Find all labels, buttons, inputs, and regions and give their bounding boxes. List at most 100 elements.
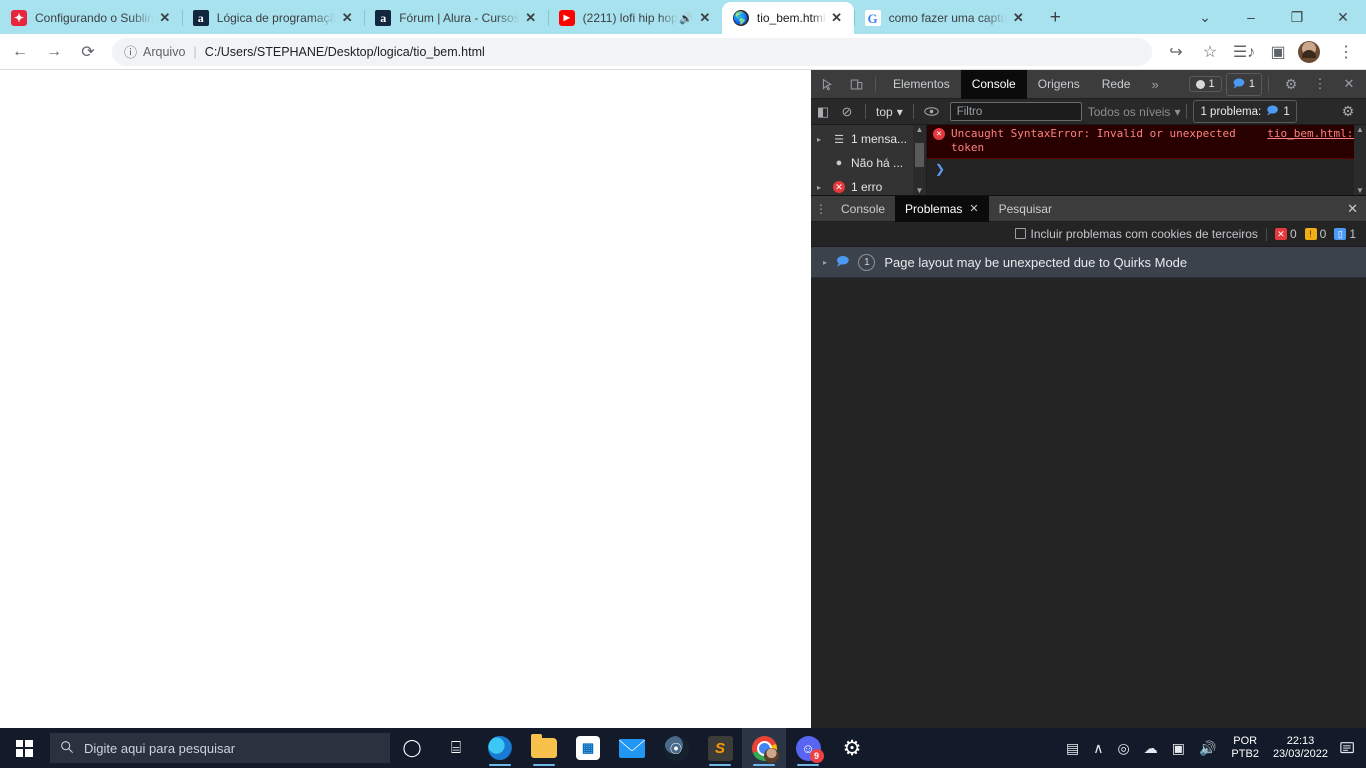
inspect-element-icon[interactable]: [814, 71, 840, 97]
drawer-tab-close-icon[interactable]: ✕: [969, 202, 978, 215]
expand-arrow-icon[interactable]: ▸: [817, 183, 827, 192]
browser-tab-6[interactable]: G como fazer uma captu ✕: [853, 2, 1036, 34]
tab-close-icon[interactable]: ✕: [826, 7, 848, 29]
drawer-kebab-icon[interactable]: ⋮: [811, 202, 831, 216]
tab-close-icon[interactable]: ✕: [694, 7, 716, 29]
console-scrollbar[interactable]: ▲ ▼: [1354, 125, 1366, 195]
language-indicator[interactable]: POR PTB2: [1223, 728, 1267, 768]
console-sidebar-item-messages[interactable]: ▸ ☰ 1 mensa...: [811, 127, 926, 151]
scroll-up-arrow-icon[interactable]: ▲: [1356, 125, 1364, 134]
console-sidebar-item-errors[interactable]: ▸ ✕ 1 erro: [811, 175, 926, 195]
back-icon[interactable]: ←: [6, 38, 34, 66]
console-error-source-link[interactable]: tio_bem.html:8: [1267, 127, 1360, 141]
taskbar-app-file-explorer[interactable]: [522, 728, 566, 768]
devtools-badge-circle[interactable]: 1: [1188, 76, 1222, 92]
drawer-tab-problemas[interactable]: Problemas ✕: [895, 195, 989, 222]
drawer-tab-pesquisar[interactable]: Pesquisar: [989, 196, 1062, 222]
taskbar-app-microsoft-store[interactable]: ▦: [566, 728, 610, 768]
show-hidden-icons-chevron-icon[interactable]: ∧: [1086, 728, 1110, 768]
expand-arrow-icon[interactable]: ▸: [817, 135, 827, 144]
start-button[interactable]: [0, 728, 48, 768]
network-icon[interactable]: ▣: [1165, 728, 1192, 768]
devtools-tab-origens[interactable]: Origens: [1027, 70, 1091, 99]
notification-center-icon[interactable]: [1334, 728, 1366, 768]
tab-close-icon[interactable]: ✕: [520, 7, 542, 29]
tab-close-icon[interactable]: ✕: [154, 7, 176, 29]
media-control-icon[interactable]: ☰♪: [1230, 38, 1258, 66]
gear-icon[interactable]: ⚙: [1278, 71, 1304, 97]
console-prompt[interactable]: ❯: [927, 159, 1366, 179]
profile-avatar[interactable]: [1298, 40, 1320, 63]
drawer-close-icon[interactable]: ✕: [1347, 201, 1358, 217]
new-tab-button[interactable]: +: [1041, 4, 1069, 32]
taskbar-app-edge[interactable]: [478, 728, 522, 768]
maximize-button[interactable]: ❐: [1274, 0, 1320, 34]
clear-console-icon[interactable]: ⊘: [835, 101, 859, 123]
taskbar-app-steam[interactable]: ⦿: [654, 728, 698, 768]
bookmark-star-icon[interactable]: ☆: [1196, 38, 1224, 66]
taskbar-app-chrome[interactable]: [742, 728, 786, 768]
scroll-down-arrow-icon[interactable]: ▼: [1356, 186, 1364, 195]
news-and-interests-icon[interactable]: ▤: [1059, 728, 1086, 768]
browser-tab-4[interactable]: ▶ (2211) lofi hip hop 🔊 ✕: [547, 2, 722, 34]
taskbar-app-mail[interactable]: [610, 728, 654, 768]
forward-icon[interactable]: →: [40, 38, 68, 66]
console-sidebar-item-user[interactable]: ● Não há ...: [811, 151, 926, 175]
onedrive-cloud-icon[interactable]: ☁: [1137, 728, 1165, 768]
share-icon[interactable]: ↪: [1162, 38, 1190, 66]
clock[interactable]: 22:13 23/03/2022: [1267, 728, 1334, 768]
third-party-cookies-checkbox-label[interactable]: Incluir problemas com cookies de terceir…: [1014, 227, 1258, 241]
console-sidebar-toggle-icon[interactable]: ◧: [811, 101, 835, 123]
device-toolbar-icon[interactable]: [843, 71, 869, 97]
page-info-icon[interactable]: ⓘ: [124, 42, 137, 61]
live-expression-eye-icon[interactable]: [920, 101, 944, 123]
devtools-tab-elementos[interactable]: Elementos: [882, 70, 961, 99]
execution-context-selector[interactable]: top ▾: [872, 105, 907, 119]
task-view-icon[interactable]: ⌸: [434, 728, 478, 768]
console-settings-gear-icon[interactable]: ⚙: [1336, 101, 1360, 123]
side-panel-icon[interactable]: ▣: [1264, 38, 1292, 66]
address-bar[interactable]: ⓘ Arquivo | C:/Users/STEPHANE/Desktop/lo…: [112, 37, 1152, 66]
taskbar-app-sublime-text[interactable]: S: [698, 728, 742, 768]
file-explorer-icon: [531, 734, 557, 758]
browser-tab-2[interactable]: a Lógica de programaçã ✕: [181, 2, 364, 34]
webcam-icon[interactable]: ◎: [1111, 728, 1137, 768]
issue-row[interactable]: ▸ 🗩 1 Page layout may be unexpected due …: [811, 247, 1366, 278]
drawer-tab-console[interactable]: Console: [831, 196, 895, 222]
checkbox-icon[interactable]: [1014, 228, 1026, 239]
omnibox-url-text: C:/Users/STEPHANE/Desktop/logica/tio_bem…: [204, 44, 485, 59]
tab-audio-icon[interactable]: 🔊: [678, 12, 694, 25]
tab-close-icon[interactable]: ✕: [336, 7, 358, 29]
console-sidebar-scrollbar[interactable]: ▲ ▼: [913, 125, 926, 195]
log-level-selector[interactable]: Todos os níveis ▾: [1088, 105, 1181, 119]
scroll-up-arrow-icon[interactable]: ▲: [916, 125, 924, 134]
devtools-tab-rede[interactable]: Rede: [1091, 70, 1142, 99]
minimize-button[interactable]: –: [1228, 0, 1274, 34]
cortana-icon[interactable]: ◯: [390, 728, 434, 768]
taskbar-search-box[interactable]: Digite aqui para pesquisar: [50, 733, 390, 763]
scroll-thumb[interactable]: [915, 143, 924, 167]
tab-search-chevron-icon[interactable]: ⌄: [1182, 0, 1228, 34]
more-tabs-icon[interactable]: »: [1141, 77, 1168, 92]
chrome-menu-icon[interactable]: ⋮: [1332, 38, 1360, 66]
problems-summary-button[interactable]: 1 problema: 🗩 1: [1193, 100, 1297, 123]
devtools-badge-issues[interactable]: 🗩 1: [1225, 72, 1262, 96]
divider: [865, 104, 866, 119]
expand-arrow-icon[interactable]: ▸: [823, 258, 827, 267]
scroll-down-arrow-icon[interactable]: ▼: [916, 186, 924, 195]
reload-icon[interactable]: ⟳: [74, 38, 102, 66]
console-filter-input[interactable]: Filtro: [949, 102, 1082, 121]
devtools-tab-console[interactable]: Console: [960, 69, 1027, 99]
close-window-button[interactable]: ✕: [1320, 0, 1366, 34]
issue-title: Page layout may be unexpected due to Qui…: [884, 254, 1188, 270]
browser-tab-1[interactable]: ✦ Configurando o Sublin ✕: [0, 2, 182, 34]
taskbar-app-settings[interactable]: ⚙: [830, 728, 874, 768]
browser-tab-5-active[interactable]: 🌎 tio_bem.html ✕: [721, 2, 854, 34]
tab-close-icon[interactable]: ✕: [1007, 7, 1029, 29]
taskbar-app-discord[interactable]: ☺ 9: [786, 728, 830, 768]
browser-tab-3[interactable]: a Fórum | Alura - Cursos ✕: [364, 2, 547, 34]
devtools-kebab-icon[interactable]: ⋮: [1307, 71, 1333, 97]
volume-icon[interactable]: 🔊: [1192, 728, 1223, 768]
console-error-message[interactable]: ✕ Uncaught SyntaxError: Invalid or unexp…: [927, 125, 1366, 159]
devtools-close-icon[interactable]: ✕: [1336, 71, 1362, 97]
